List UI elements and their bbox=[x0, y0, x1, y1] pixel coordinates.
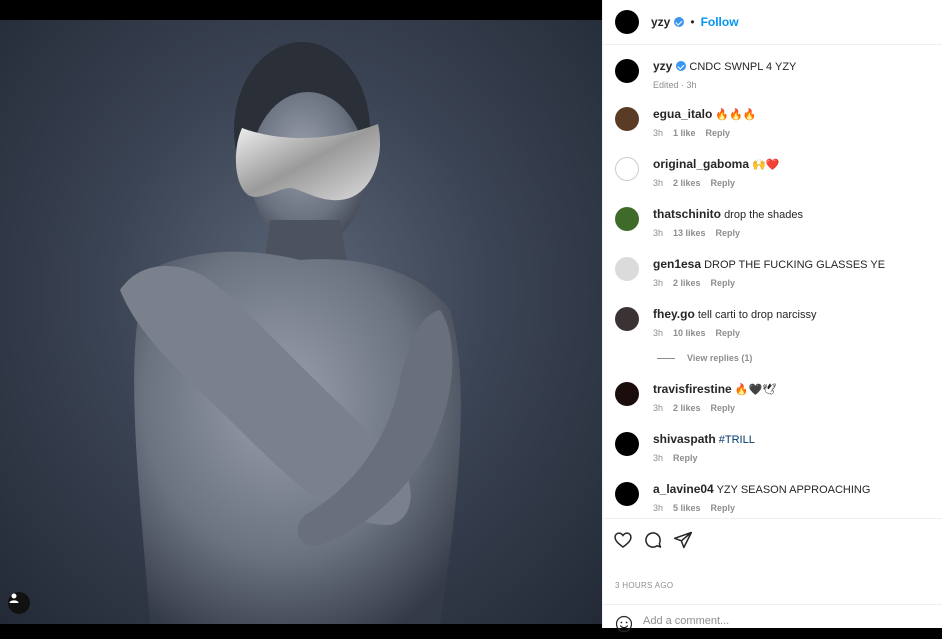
share-button[interactable] bbox=[673, 530, 693, 550]
separator-dot: • bbox=[690, 15, 695, 29]
verified-badge-icon bbox=[676, 61, 687, 71]
reply-button[interactable]: Reply bbox=[673, 453, 698, 463]
comment-text: DROP THE FUCKING GLASSES YE bbox=[704, 259, 886, 271]
comments-list[interactable]: yzy CNDC SWNPL 4 YZY Edited · 3h egua_it… bbox=[603, 45, 942, 517]
comment-item: egua_italo 🔥🔥🔥 3h 1 like Reply bbox=[615, 107, 935, 140]
verified-badge-icon bbox=[674, 17, 685, 27]
like-button[interactable] bbox=[613, 530, 633, 550]
comment-username[interactable]: a_lavine04 bbox=[653, 482, 714, 496]
comment-username[interactable]: thatschinito bbox=[653, 207, 721, 221]
comment-item: travisfirestine 🔥🖤🕊 3h 2 likes Reply bbox=[615, 382, 935, 415]
comment-likes[interactable]: 2 likes bbox=[673, 278, 701, 288]
reply-button[interactable]: Reply bbox=[711, 178, 736, 188]
comment-username[interactable]: gen1esa bbox=[653, 257, 701, 271]
comment-age: 3h bbox=[653, 178, 664, 188]
comment-item: fhey.go tell carti to drop narcissy 3h 10… bbox=[615, 307, 935, 340]
comment-age: 3h bbox=[653, 503, 664, 513]
follow-button[interactable]: Follow bbox=[701, 15, 739, 29]
comment-item: thatschinito drop the shades 3h 13 likes R… bbox=[615, 207, 935, 240]
commenter-avatar[interactable] bbox=[615, 107, 639, 131]
commenter-avatar[interactable] bbox=[615, 257, 639, 281]
post-header: yzy • Follow bbox=[603, 0, 942, 45]
comment-username[interactable]: egua_italo bbox=[653, 107, 712, 121]
author-username[interactable]: yzy bbox=[651, 15, 670, 29]
comment-text: 🔥🔥🔥 bbox=[715, 109, 757, 121]
reply-button[interactable]: Reply bbox=[716, 328, 741, 338]
comment-item: original_gaboma 🙌❤️ 3h 2 likes Reply bbox=[615, 157, 935, 190]
replies-divider-line bbox=[657, 357, 675, 359]
comment-age: 3h bbox=[653, 278, 664, 288]
comment-text: YZY SEASON APPROACHING bbox=[716, 484, 871, 496]
view-replies-button[interactable]: View replies (1) bbox=[657, 353, 752, 363]
reply-button[interactable]: Reply bbox=[716, 228, 741, 238]
comment-button[interactable] bbox=[643, 530, 663, 550]
post-side-panel: yzy • Follow yzy CNDC SWNPL 4 YZY Edited… bbox=[602, 0, 942, 633]
reply-button[interactable]: Reply bbox=[711, 403, 736, 413]
user-tag-button[interactable] bbox=[8, 592, 30, 614]
reply-button[interactable]: Reply bbox=[711, 503, 736, 513]
reply-button[interactable]: Reply bbox=[711, 278, 736, 288]
comment-likes[interactable]: 2 likes bbox=[673, 403, 701, 413]
commenter-avatar[interactable] bbox=[615, 157, 639, 181]
add-comment-bar bbox=[603, 604, 942, 639]
comment-text: 🙌❤️ bbox=[752, 159, 780, 171]
user-tag-icon bbox=[9, 593, 19, 603]
post-image[interactable] bbox=[0, 20, 602, 624]
comment-likes[interactable]: 13 likes bbox=[673, 228, 706, 238]
comment-item: a_lavine04 YZY SEASON APPROACHING 3h 5 li… bbox=[615, 482, 935, 515]
commenter-avatar[interactable] bbox=[615, 207, 639, 231]
comment-item: shivaspath #TRILL 3h Reply bbox=[615, 432, 935, 465]
commenter-avatar[interactable] bbox=[615, 482, 639, 506]
commenter-avatar[interactable] bbox=[615, 382, 639, 406]
caption-text: CNDC SWNPL 4 YZY bbox=[689, 61, 797, 73]
comment-text: tell carti to drop narcissy bbox=[697, 309, 817, 321]
action-bar bbox=[603, 518, 942, 561]
comment-username[interactable]: fhey.go bbox=[653, 307, 695, 321]
caption-username[interactable]: yzy bbox=[653, 59, 672, 73]
comment-likes[interactable]: 2 likes bbox=[673, 178, 701, 188]
comment-text: 🔥🖤🕊 bbox=[734, 384, 777, 396]
post-image-figure bbox=[120, 42, 461, 624]
comment-item: gen1esa DROP THE FUCKING GLASSES YE 3h 2 … bbox=[615, 257, 935, 290]
comment-username[interactable]: travisfirestine bbox=[653, 382, 732, 396]
caption-meta: Edited · 3h bbox=[653, 80, 697, 90]
emoji-icon[interactable] bbox=[615, 615, 633, 633]
view-replies-label[interactable]: View replies (1) bbox=[687, 353, 752, 363]
comment-likes[interactable]: 1 like bbox=[673, 128, 696, 138]
commenter-avatar[interactable] bbox=[615, 432, 639, 456]
comment-username[interactable]: shivaspath bbox=[653, 432, 716, 446]
media-top-bar bbox=[0, 0, 602, 20]
post-timestamp: 3 HOURS AGO bbox=[615, 581, 674, 590]
comment-username[interactable]: original_gaboma bbox=[653, 157, 749, 171]
caption: yzy CNDC SWNPL 4 YZY Edited · 3h bbox=[615, 59, 935, 92]
comment-text: drop the shades bbox=[724, 209, 803, 221]
comment-age: 3h bbox=[653, 453, 664, 463]
comment-age: 3h bbox=[653, 403, 664, 413]
share-icon bbox=[673, 531, 693, 549]
comment-age: 3h bbox=[653, 128, 664, 138]
comment-age: 3h bbox=[653, 328, 664, 338]
heart-icon bbox=[614, 532, 632, 549]
comment-age: 3h bbox=[653, 228, 664, 238]
reply-button[interactable]: Reply bbox=[706, 128, 731, 138]
author-avatar[interactable] bbox=[615, 10, 639, 34]
add-comment-input[interactable] bbox=[643, 615, 903, 627]
commenter-avatar[interactable] bbox=[615, 307, 639, 331]
author-avatar[interactable] bbox=[615, 59, 639, 83]
comment-hashtag[interactable]: #TRILL bbox=[719, 434, 755, 446]
comment-likes[interactable]: 5 likes bbox=[673, 503, 701, 513]
comment-icon bbox=[645, 532, 662, 548]
comment-likes[interactable]: 10 likes bbox=[673, 328, 706, 338]
